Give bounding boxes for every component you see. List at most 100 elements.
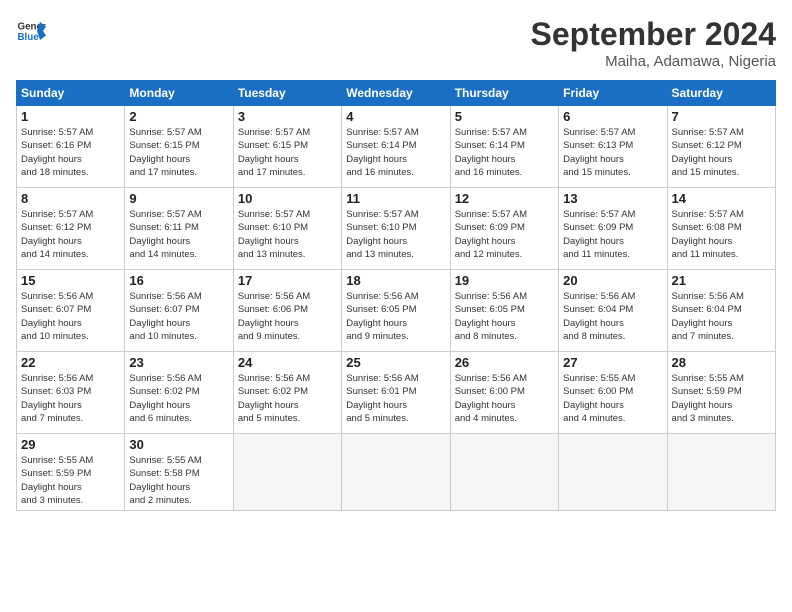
table-row: 2 Sunrise: 5:57 AM Sunset: 6:15 PM Dayli… [125,106,233,188]
calendar-header-row: Sunday Monday Tuesday Wednesday Thursday… [17,81,776,106]
day-info: Sunrise: 5:57 AM Sunset: 6:10 PM Dayligh… [238,208,337,261]
day-number: 28 [672,355,771,370]
day-number: 3 [238,109,337,124]
table-row: 7 Sunrise: 5:57 AM Sunset: 6:12 PM Dayli… [667,106,775,188]
day-number: 23 [129,355,228,370]
table-row: 29 Sunrise: 5:55 AM Sunset: 5:59 PM Dayl… [17,434,125,511]
table-row: 1 Sunrise: 5:57 AM Sunset: 6:16 PM Dayli… [17,106,125,188]
day-number: 24 [238,355,337,370]
day-info: Sunrise: 5:56 AM Sunset: 6:01 PM Dayligh… [346,372,445,425]
table-row: 12 Sunrise: 5:57 AM Sunset: 6:09 PM Dayl… [450,188,558,270]
svg-text:Blue: Blue [18,32,40,43]
day-number: 16 [129,273,228,288]
day-number: 15 [21,273,120,288]
day-number: 14 [672,191,771,206]
calendar-week-4: 22 Sunrise: 5:56 AM Sunset: 6:03 PM Dayl… [17,352,776,434]
calendar-week-2: 8 Sunrise: 5:57 AM Sunset: 6:12 PM Dayli… [17,188,776,270]
day-info: Sunrise: 5:56 AM Sunset: 6:02 PM Dayligh… [129,372,228,425]
day-info: Sunrise: 5:57 AM Sunset: 6:14 PM Dayligh… [455,126,554,179]
table-row: 5 Sunrise: 5:57 AM Sunset: 6:14 PM Dayli… [450,106,558,188]
table-row: 8 Sunrise: 5:57 AM Sunset: 6:12 PM Dayli… [17,188,125,270]
day-info: Sunrise: 5:56 AM Sunset: 6:05 PM Dayligh… [346,290,445,343]
day-number: 1 [21,109,120,124]
header: General Blue September 2024 Maiha, Adama… [16,16,776,70]
page: General Blue September 2024 Maiha, Adama… [0,0,792,612]
col-thursday: Thursday [450,81,558,106]
table-row: 14 Sunrise: 5:57 AM Sunset: 6:08 PM Dayl… [667,188,775,270]
day-info: Sunrise: 5:55 AM Sunset: 5:58 PM Dayligh… [129,454,228,507]
calendar-week-1: 1 Sunrise: 5:57 AM Sunset: 6:16 PM Dayli… [17,106,776,188]
table-row [342,434,450,511]
day-info: Sunrise: 5:55 AM Sunset: 5:59 PM Dayligh… [672,372,771,425]
title-block: September 2024 Maiha, Adamawa, Nigeria [531,16,776,70]
col-saturday: Saturday [667,81,775,106]
table-row: 6 Sunrise: 5:57 AM Sunset: 6:13 PM Dayli… [559,106,667,188]
table-row: 27 Sunrise: 5:55 AM Sunset: 6:00 PM Dayl… [559,352,667,434]
calendar-table: Sunday Monday Tuesday Wednesday Thursday… [16,80,776,511]
table-row [450,434,558,511]
day-info: Sunrise: 5:56 AM Sunset: 6:07 PM Dayligh… [21,290,120,343]
table-row [667,434,775,511]
day-number: 21 [672,273,771,288]
day-info: Sunrise: 5:56 AM Sunset: 6:04 PM Dayligh… [672,290,771,343]
calendar-week-5: 29 Sunrise: 5:55 AM Sunset: 5:59 PM Dayl… [17,434,776,511]
day-number: 2 [129,109,228,124]
day-info: Sunrise: 5:57 AM Sunset: 6:15 PM Dayligh… [129,126,228,179]
table-row: 30 Sunrise: 5:55 AM Sunset: 5:58 PM Dayl… [125,434,233,511]
day-number: 26 [455,355,554,370]
day-number: 5 [455,109,554,124]
table-row: 20 Sunrise: 5:56 AM Sunset: 6:04 PM Dayl… [559,270,667,352]
day-info: Sunrise: 5:57 AM Sunset: 6:08 PM Dayligh… [672,208,771,261]
day-info: Sunrise: 5:57 AM Sunset: 6:10 PM Dayligh… [346,208,445,261]
table-row: 17 Sunrise: 5:56 AM Sunset: 6:06 PM Dayl… [233,270,341,352]
day-number: 10 [238,191,337,206]
day-info: Sunrise: 5:55 AM Sunset: 5:59 PM Dayligh… [21,454,120,507]
col-tuesday: Tuesday [233,81,341,106]
day-info: Sunrise: 5:57 AM Sunset: 6:09 PM Dayligh… [563,208,662,261]
day-number: 12 [455,191,554,206]
day-info: Sunrise: 5:57 AM Sunset: 6:13 PM Dayligh… [563,126,662,179]
calendar-week-3: 15 Sunrise: 5:56 AM Sunset: 6:07 PM Dayl… [17,270,776,352]
table-row: 26 Sunrise: 5:56 AM Sunset: 6:00 PM Dayl… [450,352,558,434]
day-number: 13 [563,191,662,206]
table-row: 4 Sunrise: 5:57 AM Sunset: 6:14 PM Dayli… [342,106,450,188]
col-friday: Friday [559,81,667,106]
table-row: 15 Sunrise: 5:56 AM Sunset: 6:07 PM Dayl… [17,270,125,352]
table-row: 16 Sunrise: 5:56 AM Sunset: 6:07 PM Dayl… [125,270,233,352]
day-number: 29 [21,437,120,452]
col-wednesday: Wednesday [342,81,450,106]
table-row [559,434,667,511]
day-number: 8 [21,191,120,206]
day-number: 27 [563,355,662,370]
table-row: 19 Sunrise: 5:56 AM Sunset: 6:05 PM Dayl… [450,270,558,352]
day-info: Sunrise: 5:56 AM Sunset: 6:03 PM Dayligh… [21,372,120,425]
day-info: Sunrise: 5:56 AM Sunset: 6:00 PM Dayligh… [455,372,554,425]
day-number: 25 [346,355,445,370]
logo-icon: General Blue [16,16,46,46]
day-number: 4 [346,109,445,124]
day-number: 22 [21,355,120,370]
day-info: Sunrise: 5:56 AM Sunset: 6:06 PM Dayligh… [238,290,337,343]
day-info: Sunrise: 5:57 AM Sunset: 6:16 PM Dayligh… [21,126,120,179]
day-info: Sunrise: 5:56 AM Sunset: 6:05 PM Dayligh… [455,290,554,343]
day-info: Sunrise: 5:56 AM Sunset: 6:02 PM Dayligh… [238,372,337,425]
month-title: September 2024 [531,16,776,53]
day-number: 11 [346,191,445,206]
table-row: 10 Sunrise: 5:57 AM Sunset: 6:10 PM Dayl… [233,188,341,270]
day-info: Sunrise: 5:56 AM Sunset: 6:07 PM Dayligh… [129,290,228,343]
day-number: 20 [563,273,662,288]
table-row: 3 Sunrise: 5:57 AM Sunset: 6:15 PM Dayli… [233,106,341,188]
day-number: 6 [563,109,662,124]
table-row [233,434,341,511]
subtitle: Maiha, Adamawa, Nigeria [531,53,776,70]
table-row: 22 Sunrise: 5:56 AM Sunset: 6:03 PM Dayl… [17,352,125,434]
day-info: Sunrise: 5:56 AM Sunset: 6:04 PM Dayligh… [563,290,662,343]
table-row: 9 Sunrise: 5:57 AM Sunset: 6:11 PM Dayli… [125,188,233,270]
day-info: Sunrise: 5:57 AM Sunset: 6:09 PM Dayligh… [455,208,554,261]
day-number: 7 [672,109,771,124]
table-row: 25 Sunrise: 5:56 AM Sunset: 6:01 PM Dayl… [342,352,450,434]
table-row: 18 Sunrise: 5:56 AM Sunset: 6:05 PM Dayl… [342,270,450,352]
table-row: 11 Sunrise: 5:57 AM Sunset: 6:10 PM Dayl… [342,188,450,270]
table-row: 13 Sunrise: 5:57 AM Sunset: 6:09 PM Dayl… [559,188,667,270]
day-number: 18 [346,273,445,288]
